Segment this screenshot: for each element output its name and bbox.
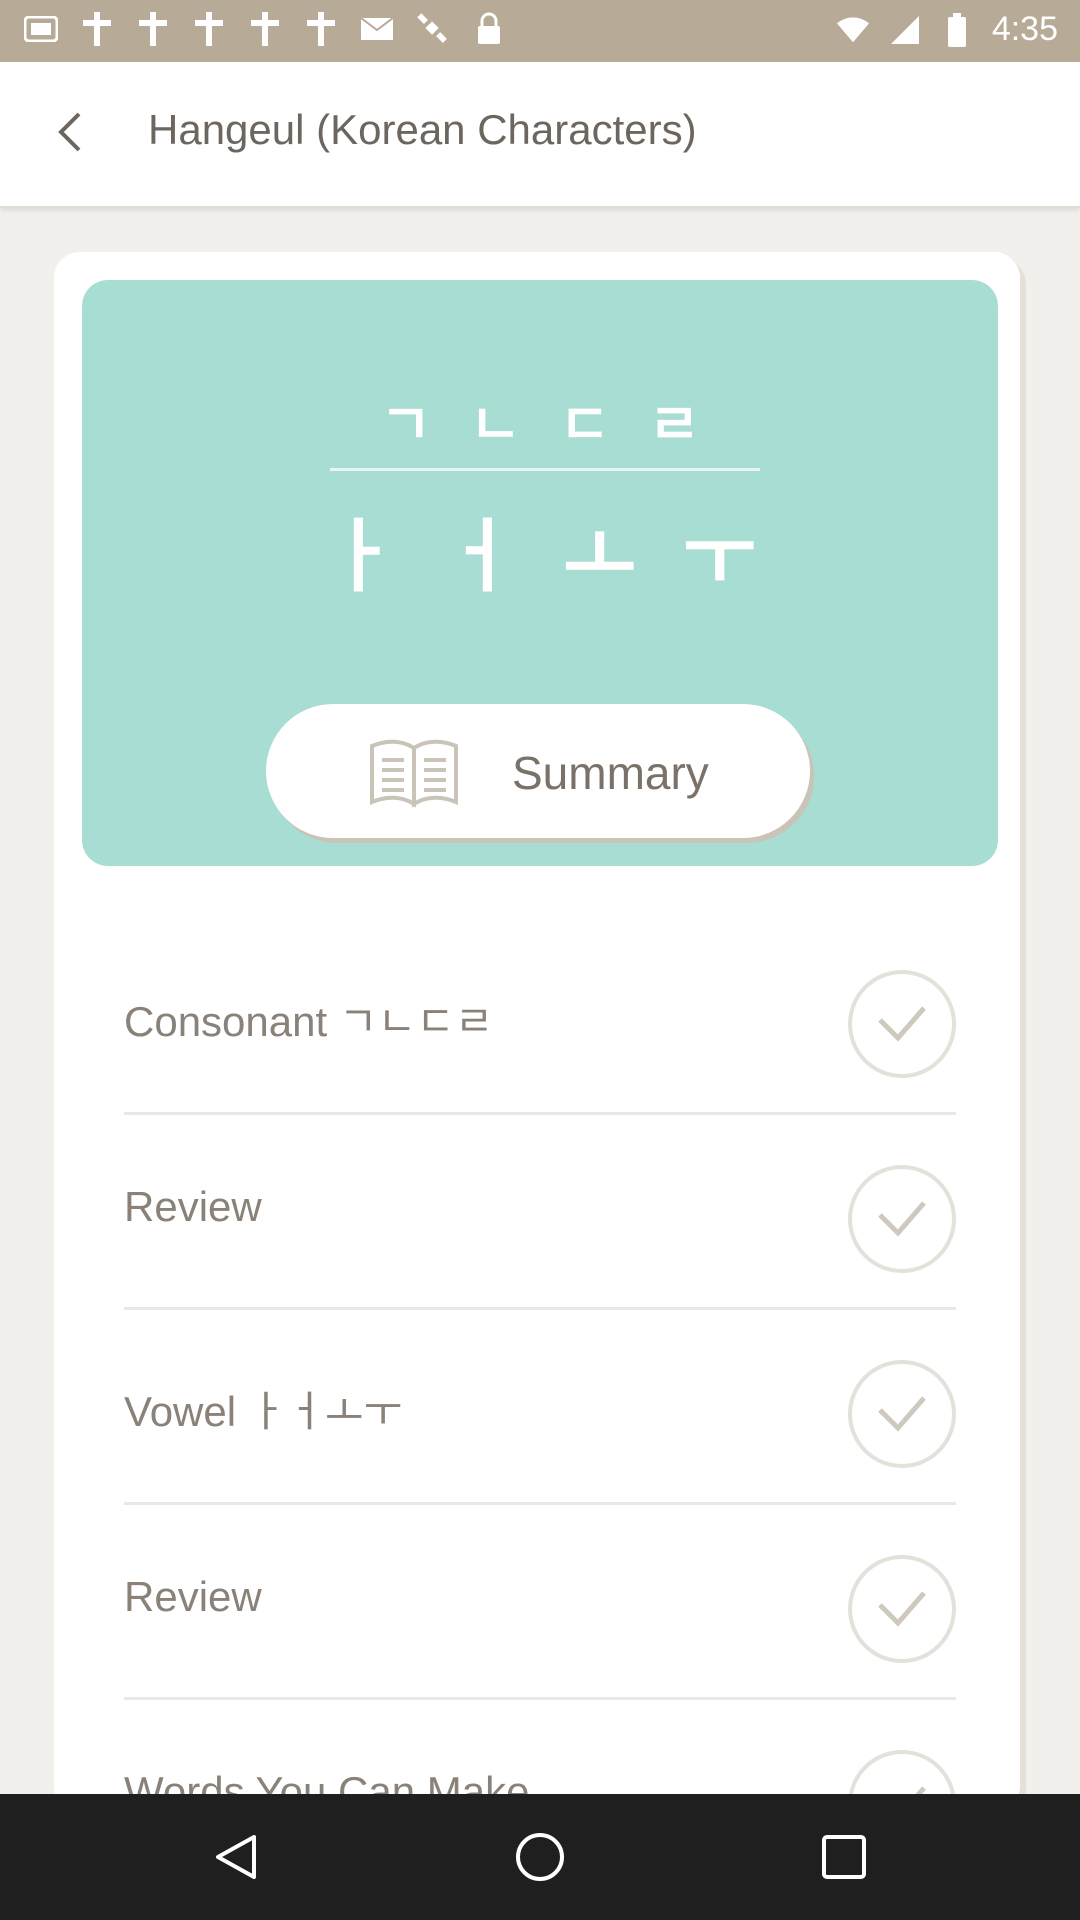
battery-icon (940, 12, 974, 47)
cross-icon (80, 12, 114, 46)
hero-vowels: ㅏㅓㅗㅜ (323, 510, 803, 603)
satellite-icon (416, 12, 450, 46)
chevron-left-icon (58, 112, 81, 152)
navigation-bar (0, 1794, 1080, 1920)
hero-banner: ㄱㄴㄷㄹ ㅏㅓㅗㅜ Summary (82, 280, 998, 866)
list-item-review[interactable]: Review (124, 1115, 956, 1310)
list-item-label: Vowel ㅏㅓㅗㅜ (124, 1388, 403, 1435)
list-item-label: Consonant ㄱㄴㄷㄹ (124, 998, 494, 1045)
list-item-vowel[interactable]: Vowel ㅏㅓㅗㅜ (124, 1310, 956, 1505)
nav-back-button[interactable] (206, 1827, 266, 1887)
status-time: 4:35 (991, 10, 1058, 48)
cross-icon (248, 12, 282, 46)
back-button[interactable] (40, 102, 100, 162)
check-icon (848, 970, 956, 1078)
hero-consonants: ㄱㄴㄷㄹ (379, 393, 739, 458)
mail-icon (360, 12, 394, 46)
status-bar: 4:35 (0, 0, 1080, 62)
check-icon (848, 1165, 956, 1273)
signal-icon (888, 13, 922, 47)
lock-icon (472, 12, 506, 46)
list-item-label: Review (124, 1573, 262, 1620)
book-icon (370, 739, 458, 808)
check-icon (848, 1555, 956, 1663)
list-item-label: Review (124, 1183, 262, 1230)
check-icon (848, 1360, 956, 1468)
wifi-icon (836, 13, 870, 47)
app-bar: Hangeul (Korean Characters) (0, 62, 1080, 208)
summary-label: Summary (512, 747, 709, 799)
list-item-review[interactable]: Review (124, 1505, 956, 1700)
cross-icon (304, 12, 338, 46)
photos-icon (24, 12, 58, 46)
hero-divider (330, 468, 760, 471)
cross-icon (192, 12, 226, 46)
home-nav-icon (516, 1833, 564, 1881)
page-title: Hangeul (Korean Characters) (148, 106, 697, 153)
summary-button[interactable]: Summary (266, 704, 810, 838)
nav-home-button[interactable] (510, 1827, 570, 1887)
back-nav-icon (216, 1835, 256, 1879)
recents-nav-icon (822, 1835, 866, 1879)
cross-icon (136, 12, 170, 46)
nav-recents-button[interactable] (814, 1827, 874, 1887)
list-item-consonant[interactable]: Consonant ㄱㄴㄷㄹ (124, 920, 956, 1115)
